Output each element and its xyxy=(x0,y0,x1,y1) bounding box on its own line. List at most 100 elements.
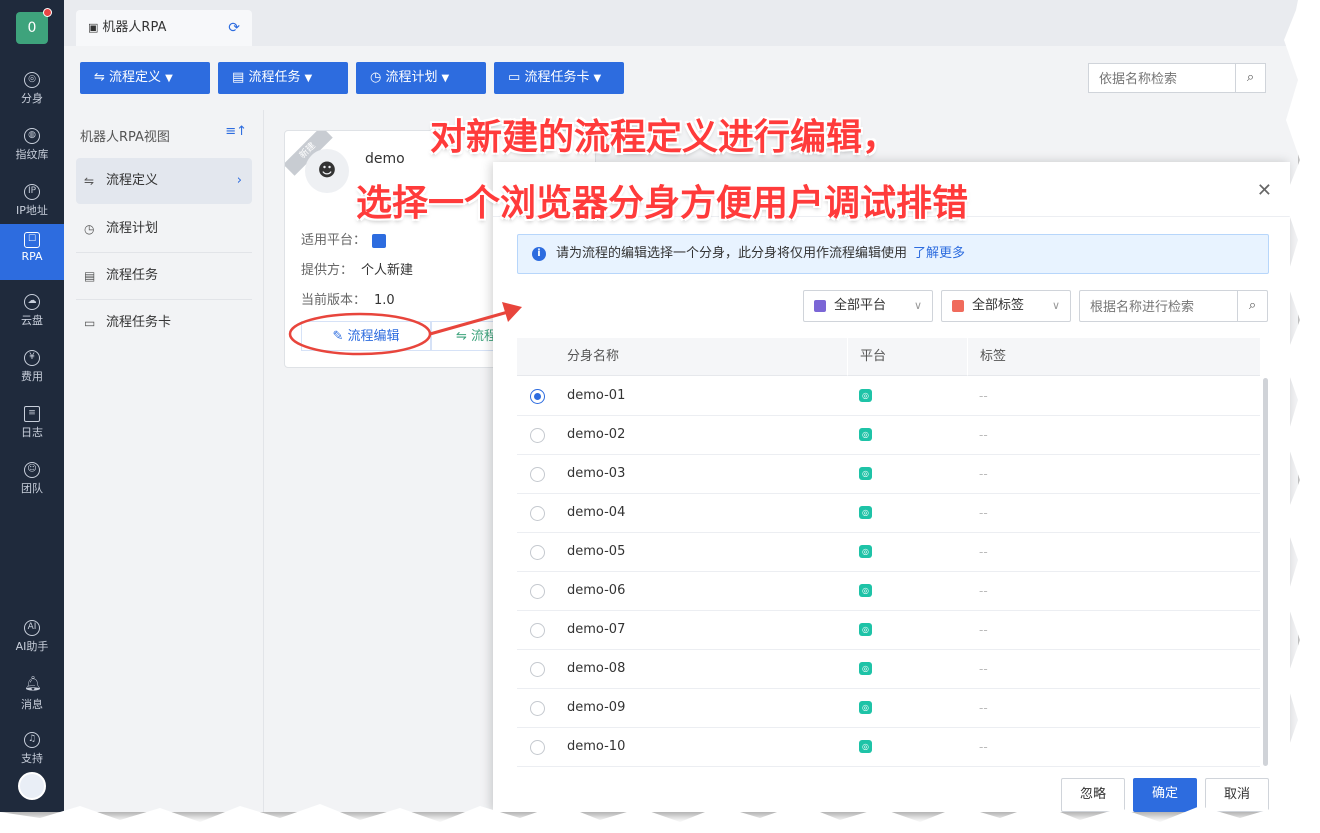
platform-filter-select[interactable]: 全部平台 ∨ xyxy=(803,290,933,322)
table-row[interactable]: demo-05 ◎ -- xyxy=(517,533,1260,572)
side-item-flow-plan[interactable]: ◷ 流程计划 xyxy=(76,206,252,252)
side-item-flow-definition[interactable]: ⇋ 流程定义 › xyxy=(76,158,252,204)
table-row[interactable]: demo-03 ◎ -- xyxy=(517,455,1260,494)
learn-more-link[interactable]: 了解更多 xyxy=(913,246,965,261)
ignore-button[interactable]: 忽略 xyxy=(1061,778,1125,812)
ip-icon: IP xyxy=(24,184,40,200)
flow-task-card-menu-button[interactable]: ▭ 流程任务卡 ▼ xyxy=(494,62,624,94)
cloud-drive-icon: ☁ xyxy=(24,294,40,310)
confirm-button[interactable]: 确定 xyxy=(1133,778,1197,812)
top-search-input[interactable] xyxy=(1089,64,1229,92)
robot-avatar-icon: ☻ xyxy=(305,149,349,193)
nav-item-profiles[interactable]: ◎ 分身 xyxy=(0,64,64,116)
nav-item-ai-assistant[interactable]: AI AI助手 xyxy=(0,612,64,664)
nav-item-billing[interactable]: ¥ 费用 xyxy=(0,342,64,394)
chevron-down-icon: ▼ xyxy=(593,73,602,84)
row-radio[interactable] xyxy=(530,506,545,521)
profile-name: demo-09 xyxy=(567,700,626,715)
row-radio[interactable] xyxy=(530,662,545,677)
profile-name: demo-01 xyxy=(567,388,626,403)
side-item-label: 流程任务卡 xyxy=(106,315,172,330)
side-item-flow-task[interactable]: ▤ 流程任务 xyxy=(76,253,252,299)
refresh-icon[interactable]: ⟳ xyxy=(228,10,240,46)
profile-name: demo-04 xyxy=(567,505,626,520)
select-profile-dialog: ✕ i 请为流程的编辑选择一个分身，此分身将仅用作流程编辑使用 了解更多 全部平台… xyxy=(493,162,1290,812)
row-radio[interactable] xyxy=(530,467,545,482)
close-icon[interactable]: ✕ xyxy=(1257,180,1272,201)
table-row[interactable]: demo-06 ◎ -- xyxy=(517,572,1260,611)
row-radio[interactable] xyxy=(530,545,545,560)
bell-icon: 🔔︎ xyxy=(24,676,42,692)
table-row[interactable]: demo-07 ◎ -- xyxy=(517,611,1260,650)
nav-item-support[interactable]: ♫ 支持 xyxy=(0,724,64,776)
nav-label: IP地址 xyxy=(16,204,48,217)
user-avatar-badge[interactable]: 0 xyxy=(16,8,52,44)
dialog-search-input[interactable] xyxy=(1080,291,1230,321)
row-radio[interactable] xyxy=(530,428,545,443)
chrome-platform-icon: ◎ xyxy=(859,623,872,636)
annotation-line-2: 选择一个浏览器分身方便用户调试排错 xyxy=(356,183,969,224)
nav-item-rpa[interactable]: ☐ RPA xyxy=(0,224,64,280)
card-icon: ▭ xyxy=(508,70,521,85)
side-item-flow-task-card[interactable]: ▭ 流程任务卡 xyxy=(76,300,252,346)
row-radio[interactable] xyxy=(530,701,545,716)
side-item-label: 流程定义 xyxy=(106,173,159,188)
nav-label: 支持 xyxy=(21,752,43,765)
profile-name: demo-03 xyxy=(567,466,626,481)
flow-definition-menu-button[interactable]: ⇋ 流程定义 ▼ xyxy=(80,62,210,94)
provider-value: 个人新建 xyxy=(361,263,414,278)
flow-icon: ⇋ xyxy=(94,70,105,85)
row-radio[interactable] xyxy=(530,389,545,404)
flow-plan-menu-button[interactable]: ◷ 流程计划 ▼ xyxy=(356,62,486,94)
chevron-down-icon: ∨ xyxy=(913,299,922,312)
chevron-down-icon: ▼ xyxy=(304,73,313,84)
side-item-label: 流程任务 xyxy=(106,268,159,283)
nav-item-messages[interactable]: 🔔︎ 消息 xyxy=(0,670,64,722)
flow-icon: ⇋ xyxy=(84,174,95,188)
nav-label: 云盘 xyxy=(21,314,43,327)
team-icon: ☺ xyxy=(24,462,40,478)
table-row[interactable]: demo-08 ◎ -- xyxy=(517,650,1260,689)
nav-item-fingerprint[interactable]: ◍ 指纹库 xyxy=(0,120,64,172)
fingerprint-icon: ◍ xyxy=(24,128,40,144)
tab-robot-rpa[interactable]: ▣ 机器人RPA ⟳ xyxy=(76,10,252,46)
table-row[interactable]: demo-01 ◎ -- xyxy=(517,377,1260,416)
nav-item-cloud-drive[interactable]: ☁ 云盘 xyxy=(0,286,64,338)
cancel-button[interactable]: 取消 xyxy=(1205,778,1269,812)
row-radio[interactable] xyxy=(530,584,545,599)
nav-item-log[interactable]: ≡ 日志 xyxy=(0,398,64,450)
table-row[interactable]: demo-04 ◎ -- xyxy=(517,494,1260,533)
tag-filter-select[interactable]: 全部标签 ∨ xyxy=(941,290,1071,322)
badge-count: 0 xyxy=(27,20,37,36)
nav-item-ip[interactable]: IP IP地址 xyxy=(0,176,64,228)
rpa-side-panel: 机器人RPA视图 ≡↑ ⇋ 流程定义 › ◷ 流程计划 ▤ 流程任务 ▭ 流程任… xyxy=(64,110,264,812)
nav-item-team[interactable]: ☺ 团队 xyxy=(0,454,64,506)
table-row[interactable]: demo-09 ◎ -- xyxy=(517,689,1260,728)
profile-tag: -- xyxy=(979,467,988,481)
column-header-name: 分身名称 xyxy=(555,338,847,376)
stopwatch-icon: ◷ xyxy=(370,70,382,85)
flow-task-menu-button[interactable]: ▤ 流程任务 ▼ xyxy=(218,62,348,94)
row-radio[interactable] xyxy=(530,740,545,755)
search-icon[interactable]: ⌕ xyxy=(1237,291,1267,321)
chevron-right-icon: › xyxy=(236,173,242,188)
profile-name: demo-06 xyxy=(567,583,626,598)
profile-name: demo-10 xyxy=(567,739,626,754)
table-row[interactable]: demo-10 ◎ -- xyxy=(517,728,1260,767)
provider-row: 提供方： 个人新建 xyxy=(301,259,413,278)
flow-edit-button[interactable]: ✎ 流程编辑 xyxy=(301,321,431,351)
row-radio[interactable] xyxy=(530,623,545,638)
log-icon: ≡ xyxy=(24,406,40,422)
table-row[interactable]: demo-02 ◎ -- xyxy=(517,416,1260,455)
filter-value: 全部标签 xyxy=(972,298,1025,313)
profile-tag: -- xyxy=(979,428,988,442)
column-header-platform: 平台 xyxy=(847,338,967,376)
search-icon[interactable]: ⌕ xyxy=(1235,64,1265,92)
button-label: 流程编辑 xyxy=(347,329,400,344)
profile-tag: -- xyxy=(979,545,988,559)
table-scrollbar[interactable] xyxy=(1263,378,1268,766)
left-nav: 0 ◎ 分身 ◍ 指纹库 IP IP地址 ☐ RPA ☁ 云盘 ¥ 费用 ≡ 日… xyxy=(0,0,64,812)
chrome-platform-icon: ◎ xyxy=(859,467,872,480)
sort-icon[interactable]: ≡↑ xyxy=(225,124,247,139)
cloud-avatar-icon[interactable] xyxy=(18,772,46,800)
